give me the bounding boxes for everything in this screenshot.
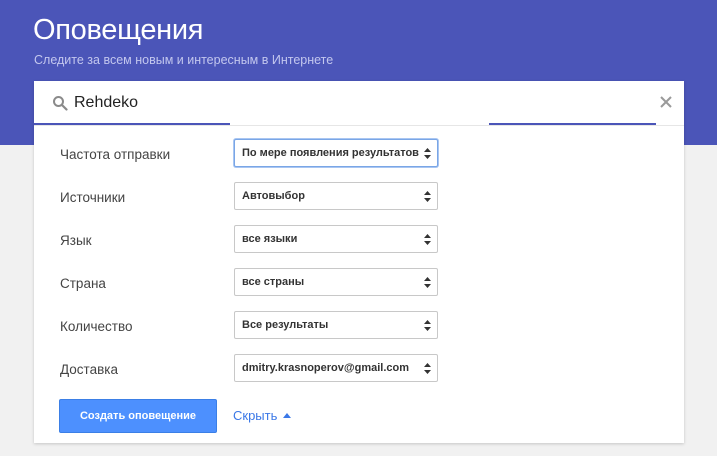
delivery-select-value: dmitry.krasnoperov@gmail.com — [242, 362, 410, 374]
search-input[interactable]: Rehdeko — [74, 94, 138, 112]
search-bar: Rehdeko — [34, 81, 684, 126]
hide-options-link[interactable]: Скрыть — [233, 408, 292, 423]
language-label: Язык — [60, 233, 92, 248]
select-arrows-icon — [424, 363, 431, 374]
sources-select-value: Автовыбор — [242, 190, 305, 202]
frequency-select-value: По мере появления результатов — [242, 147, 419, 159]
country-select-value: все страны — [242, 276, 305, 288]
close-icon[interactable] — [658, 94, 674, 110]
frequency-label: Частота отправки — [60, 147, 171, 162]
page-subtitle: Следите за всем новым и интересным в Инт… — [34, 53, 334, 67]
country-select[interactable]: все страны — [234, 268, 438, 296]
search-underline-left — [34, 123, 230, 125]
select-arrows-icon — [424, 234, 431, 245]
page-title: Оповещения — [33, 14, 204, 46]
delivery-select[interactable]: dmitry.krasnoperov@gmail.com — [234, 354, 438, 382]
country-label: Страна — [60, 276, 106, 291]
form-footer: Создать оповещение Скрыть — [34, 389, 684, 443]
search-underline-right — [489, 123, 656, 125]
delivery-label: Доставка — [60, 362, 118, 377]
select-arrows-icon — [424, 191, 431, 202]
create-alert-button[interactable]: Создать оповещение — [59, 399, 217, 433]
language-select[interactable]: все языки — [234, 225, 438, 253]
select-arrows-icon — [424, 320, 431, 331]
quantity-select-value: Все результаты — [242, 319, 329, 331]
caret-up-icon — [283, 413, 292, 418]
select-arrows-icon — [424, 277, 431, 288]
language-select-value: все языки — [242, 233, 298, 245]
quantity-select[interactable]: Все результаты — [234, 311, 438, 339]
sources-label: Источники — [60, 190, 126, 205]
search-icon — [53, 96, 68, 111]
select-arrows-icon — [424, 148, 431, 159]
frequency-select[interactable]: По мере появления результатов — [234, 139, 438, 167]
hide-options-label: Скрыть — [233, 408, 278, 423]
quantity-label: Количество — [60, 319, 133, 334]
alert-form-card: Rehdeko Частота отправки По мере появлен… — [34, 81, 684, 443]
sources-select[interactable]: Автовыбор — [234, 182, 438, 210]
